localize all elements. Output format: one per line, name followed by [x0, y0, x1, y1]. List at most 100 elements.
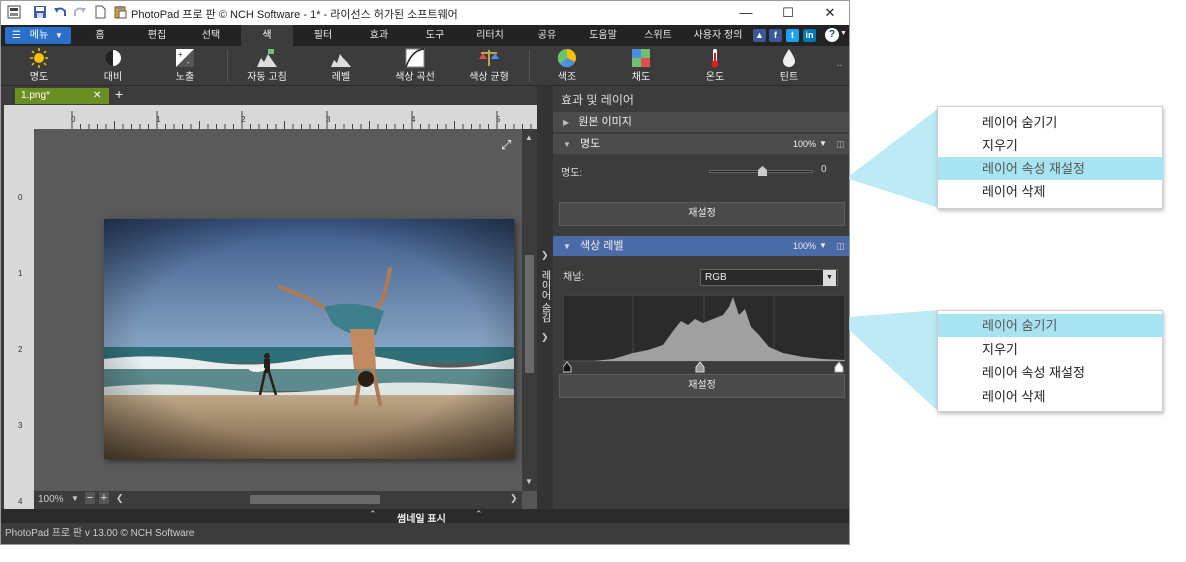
- beach-photo[interactable]: [104, 219, 514, 459]
- document-tab[interactable]: 1.png* ✕: [15, 88, 109, 104]
- menu-item-delete-layer[interactable]: 레이어 삭제: [938, 385, 1164, 408]
- fit-to-screen-icon[interactable]: ⤢: [501, 137, 511, 153]
- sun-icon: [30, 48, 48, 68]
- tab-edit[interactable]: 편집: [137, 25, 177, 46]
- close-button[interactable]: ✕: [809, 1, 849, 25]
- layer-color-levels[interactable]: ▼ 색상 레벨 100% ▼ ◫: [553, 236, 849, 256]
- menu-item-reset-layer-properties[interactable]: 레이어 속성 재설정: [938, 157, 1164, 180]
- vertical-scrollbar[interactable]: ▲ ▼: [522, 129, 537, 491]
- ruler-label: 2: [18, 345, 23, 354]
- saturation-icon: [632, 49, 650, 67]
- like-icon[interactable]: ▲: [753, 29, 766, 42]
- zoom-dropdown-icon[interactable]: ▼: [71, 494, 79, 503]
- tab-effects[interactable]: 효과: [359, 25, 399, 46]
- menu-item-reset-layer-properties[interactable]: 레이어 속성 재설정: [938, 361, 1164, 384]
- brightness-button[interactable]: 명도: [15, 48, 63, 84]
- scroll-thumb[interactable]: [250, 495, 380, 504]
- chevron-up-icon[interactable]: ⌃: [475, 509, 483, 520]
- layer-brightness[interactable]: ▼ 명도 100% ▼ ◫: [553, 134, 849, 154]
- menu-item-delete-layer[interactable]: 레이어 삭제: [938, 180, 1164, 203]
- linkedin-icon[interactable]: in: [803, 29, 816, 42]
- twitter-icon[interactable]: t: [786, 29, 799, 42]
- window-title: PhotoPad 프로 판 © NCH Software - 1* - 라이선스…: [131, 9, 458, 21]
- tab-home[interactable]: 홈: [81, 25, 119, 46]
- menu-item-hide-layer[interactable]: 레이어 숨기기: [938, 314, 1164, 337]
- vertical-ruler: 0 1 2 3 4: [4, 129, 34, 509]
- menu-item-hide-layer[interactable]: 레이어 숨기기: [938, 111, 1164, 134]
- app-menu-icon[interactable]: [7, 5, 21, 19]
- help-dropdown-icon[interactable]: ▼: [840, 30, 847, 37]
- auto-fix-button[interactable]: 자동 고침: [237, 48, 297, 84]
- menu-item-clear[interactable]: 지우기: [938, 134, 1164, 157]
- save-icon[interactable]: [33, 5, 47, 19]
- exposure-icon: +-: [176, 49, 194, 67]
- slider-thumb[interactable]: [757, 166, 767, 176]
- chevron-up-icon[interactable]: ⌃: [369, 509, 377, 520]
- menu-item-clear[interactable]: 지우기: [938, 338, 1164, 361]
- zoom-level[interactable]: 100%: [38, 494, 64, 505]
- horizontal-ruler: 0 1 2 3 4 5: [4, 105, 537, 129]
- input-level-gray-handle[interactable]: [695, 361, 705, 373]
- brightness-slider[interactable]: [709, 166, 813, 176]
- facebook-icon[interactable]: f: [769, 29, 782, 42]
- new-document-icon[interactable]: [93, 5, 107, 19]
- zoom-out-icon[interactable]: −: [85, 492, 95, 504]
- tab-customize[interactable]: 사용자 정의: [689, 25, 747, 46]
- opacity-dropdown-icon[interactable]: ▼: [819, 236, 827, 256]
- tab-select[interactable]: 선택: [191, 25, 231, 46]
- image-stage[interactable]: ⤢: [34, 129, 522, 491]
- levels-histogram[interactable]: [563, 295, 845, 373]
- channel-select[interactable]: RGB ▼: [700, 269, 838, 286]
- trash-icon[interactable]: ◫: [836, 236, 845, 256]
- input-level-black-handle[interactable]: [563, 361, 572, 373]
- side-tab-label[interactable]: 레이어 숨김: [538, 270, 552, 328]
- tab-retouch[interactable]: 리터치: [467, 25, 513, 46]
- maximize-button[interactable]: ☐: [767, 1, 809, 25]
- contrast-button[interactable]: 대비: [89, 48, 137, 84]
- reset-levels-button[interactable]: 재설정: [559, 374, 845, 398]
- scroll-down-icon[interactable]: ▼: [525, 477, 533, 486]
- tint-button[interactable]: 틴트: [765, 48, 813, 84]
- thermometer-icon: [711, 49, 719, 68]
- undo-icon[interactable]: [53, 5, 67, 19]
- tab-filter[interactable]: 필터: [303, 25, 343, 46]
- paste-icon[interactable]: [113, 5, 127, 19]
- ribbon-more-icon[interactable]: ..: [837, 58, 842, 68]
- add-tab-icon[interactable]: +: [115, 86, 123, 102]
- expand-panel-icon[interactable]: ❯: [541, 332, 549, 343]
- trash-icon[interactable]: ◫: [836, 134, 845, 154]
- reset-brightness-button[interactable]: 재설정: [559, 202, 845, 226]
- scroll-right-icon[interactable]: ❯: [510, 493, 518, 504]
- layer-opacity[interactable]: 100%: [793, 236, 816, 256]
- redo-icon[interactable]: [73, 5, 87, 19]
- tab-share[interactable]: 공유: [527, 25, 567, 46]
- collapse-panel-icon[interactable]: ❯: [541, 250, 549, 261]
- opacity-dropdown-icon[interactable]: ▼: [819, 134, 827, 154]
- close-icon: ✕: [824, 5, 836, 20]
- input-level-white-handle[interactable]: [834, 361, 844, 373]
- help-icon[interactable]: ?: [825, 28, 839, 42]
- color-curves-button[interactable]: 색상 곡선: [385, 48, 445, 84]
- levels-button[interactable]: 레벨: [315, 48, 367, 84]
- close-tab-icon[interactable]: ✕: [93, 88, 101, 104]
- menu-button[interactable]: ☰ 메뉴 ▼: [5, 27, 71, 44]
- saturation-button[interactable]: 채도: [617, 48, 665, 84]
- hue-button[interactable]: 색조: [543, 48, 591, 84]
- ruler-label: 5: [496, 115, 501, 124]
- layer-opacity[interactable]: 100%: [793, 134, 816, 154]
- scroll-thumb[interactable]: [525, 255, 534, 373]
- zoom-in-icon[interactable]: +: [99, 492, 109, 504]
- tab-suite[interactable]: 스위트: [637, 25, 679, 46]
- tab-tools[interactable]: 도구: [415, 25, 455, 46]
- scroll-up-icon[interactable]: ▲: [525, 133, 533, 142]
- exposure-button[interactable]: + - 노출: [161, 48, 209, 84]
- tab-color[interactable]: 색: [241, 25, 293, 46]
- tab-help[interactable]: 도움말: [581, 25, 625, 46]
- ribbon-toolbar: 명도 대비 + - 노출 자동 고침 레벨 색상 곡선 색상 균형 색조 채도 …: [1, 46, 849, 86]
- scroll-left-icon[interactable]: ❮: [116, 493, 124, 504]
- layer-original-image[interactable]: ▶ 원본 이미지: [553, 112, 849, 132]
- status-text: PhotoPad 프로 판 v 13.00 © NCH Software: [5, 528, 195, 539]
- minimize-button[interactable]: —: [725, 1, 767, 25]
- color-balance-button[interactable]: 색상 균형: [459, 48, 519, 84]
- temperature-button[interactable]: 온도: [691, 48, 739, 84]
